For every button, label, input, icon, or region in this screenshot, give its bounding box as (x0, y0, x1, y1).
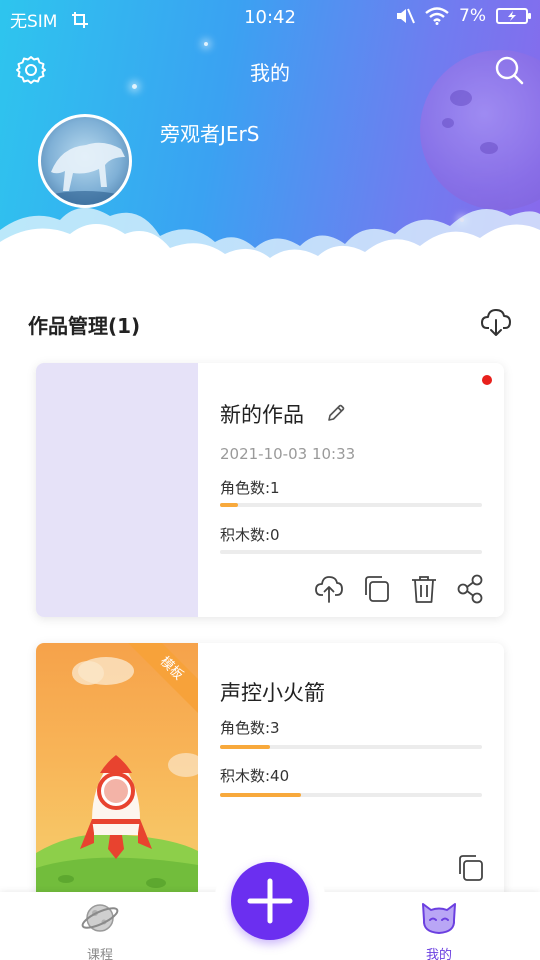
role-progress-bar (220, 745, 482, 749)
role-progress-bar (220, 503, 482, 507)
role-progress-fill (220, 503, 239, 507)
work-thumbnail[interactable]: 模板 (36, 643, 198, 903)
status-bar: 无SIM 10:42 7% (0, 0, 540, 36)
cloud-upload-icon[interactable] (314, 574, 344, 604)
battery-percent: 7% (459, 6, 486, 26)
block-progress-bar (220, 793, 482, 797)
work-date: 2021-10-03 10:33 (220, 445, 356, 463)
planet-icon (81, 904, 119, 932)
role-count: 角色数:1 (220, 479, 280, 497)
page-title: 我的 (250, 61, 290, 85)
wifi-icon (425, 7, 449, 25)
search-icon[interactable] (492, 53, 526, 87)
cloud-download-icon[interactable] (480, 306, 512, 338)
nav-course-label: 课程 (86, 948, 113, 960)
work-name: 声控小火箭 (220, 681, 325, 705)
title-bar: 我的 (0, 50, 540, 90)
role-progress-fill (220, 745, 270, 749)
work-card[interactable]: 新的作品 2021-10-03 10:33 角色数:1 积木数:0 (36, 363, 504, 617)
block-progress-bar (220, 550, 482, 554)
block-progress-fill (220, 793, 302, 797)
block-count: 积木数:0 (220, 526, 280, 544)
username: 旁观者JErS (160, 122, 260, 146)
avatar-image (45, 142, 125, 205)
nav-course[interactable]: 课程 (60, 898, 140, 960)
block-count: 积木数:40 (220, 767, 290, 785)
mute-icon (397, 8, 415, 24)
copy-icon[interactable] (456, 853, 486, 883)
unread-dot (482, 375, 492, 385)
star-decoration (204, 42, 208, 46)
share-icon[interactable] (456, 574, 486, 604)
profile-header: 无SIM 10:42 7% 我的 旁观者JErS (0, 0, 540, 290)
copy-icon[interactable] (362, 574, 392, 604)
avatar[interactable] (38, 114, 132, 208)
plus-icon (247, 878, 293, 924)
work-thumbnail[interactable] (36, 363, 198, 617)
battery-icon (496, 8, 531, 24)
work-name: 新的作品 (220, 403, 304, 427)
section-title: 作品管理(1) (28, 314, 141, 338)
role-count: 角色数:3 (220, 719, 280, 737)
nav-mine-label: 我的 (425, 948, 452, 960)
trash-icon[interactable] (409, 574, 439, 604)
edit-icon[interactable] (326, 403, 346, 423)
nav-mine[interactable]: 我的 (399, 898, 479, 960)
create-work-button[interactable] (231, 862, 309, 940)
cat-icon (422, 903, 456, 934)
